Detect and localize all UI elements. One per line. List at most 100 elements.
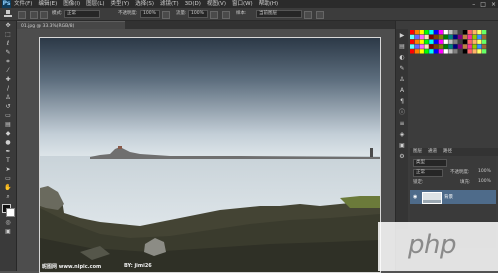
swatch-cell[interactable] [443,49,448,54]
swatch-cell[interactable] [419,49,424,54]
zoom-tool-icon[interactable]: ⌕ [2,193,14,201]
swatch-cell[interactable] [472,44,477,49]
swatch-cell[interactable] [438,34,444,40]
swatch-cell[interactable] [453,39,458,44]
pressure-size-icon[interactable] [316,11,324,19]
history-brush-tool-icon[interactable]: ↺ [2,103,14,111]
swatch-cell[interactable] [414,44,420,49]
swatch-cell[interactable] [482,34,487,40]
dodge-tool-icon[interactable]: ● [2,139,14,147]
brush-tool-icon[interactable]: / [2,85,14,93]
swatch-cell[interactable] [429,49,434,54]
swatch-cell[interactable] [429,39,434,44]
swatch-cell[interactable] [482,39,487,44]
swatch-cell[interactable] [477,44,482,49]
flow-input[interactable]: 100% [188,10,208,18]
swatch-cell[interactable] [482,49,487,54]
swatch-cell[interactable] [414,49,420,54]
move-tool-icon[interactable]: ✥ [2,22,14,30]
menu-3d[interactable]: 3D(D) [185,0,201,8]
swatch-cell[interactable] [462,49,468,54]
swatch-cell[interactable] [434,34,439,40]
swatch-cell[interactable] [462,30,468,35]
swatch-cell[interactable] [429,30,434,35]
airbrush-icon[interactable] [210,11,218,19]
swatch-cell[interactable] [467,49,472,54]
layer-row-background[interactable]: ◉ 背景 [410,190,496,204]
ignore-adjustment-icon[interactable] [304,11,312,19]
swatch-cell[interactable] [482,44,487,49]
swatch-cell[interactable] [434,30,439,35]
swatch-cell[interactable] [424,30,429,35]
path-select-tool-icon[interactable]: ➤ [2,166,14,174]
navigator-icon[interactable]: ▣ [398,142,406,150]
fill-value[interactable]: 100% [478,179,491,184]
swatch-cell[interactable] [438,30,444,35]
swatch-cell[interactable] [410,34,415,40]
swatch-cell[interactable] [462,44,468,49]
menu-help[interactable]: 帮助(H) [259,0,278,8]
aligned-checkbox[interactable] [222,11,230,19]
info-icon[interactable]: ⓘ [398,109,406,117]
document-canvas[interactable]: 昵图网 www.nipic.com BY: jimi26 [39,37,381,273]
play-icon[interactable]: ▶ [398,32,406,40]
swatch-cell[interactable] [448,44,453,49]
healing-brush-tool-icon[interactable]: ✚ [2,76,14,84]
layer-opacity-value[interactable]: 100% [478,169,491,174]
swatch-cell[interactable] [458,39,463,44]
maximize-button[interactable]: □ [480,1,486,8]
swatch-cell[interactable] [448,39,453,44]
pen-tool-icon[interactable]: ✒ [2,148,14,156]
swatch-cell[interactable] [438,44,444,49]
swatch-cell[interactable] [443,30,448,35]
swatch-cell[interactable] [453,30,458,35]
swatch-cell[interactable] [477,34,482,40]
swatch-cell[interactable] [453,44,458,49]
swatch-cell[interactable] [462,34,468,40]
swatch-cell[interactable] [472,39,477,44]
lasso-tool-icon[interactable]: ℓ [2,40,14,48]
gradient-tool-icon[interactable]: ▤ [2,121,14,129]
swatch-cell[interactable] [472,34,477,40]
adjustments-icon[interactable]: ◐ [398,54,406,62]
character-icon[interactable]: A [398,87,406,95]
swatch-cell[interactable] [443,39,448,44]
swatch-cell[interactable] [453,49,458,54]
pressure-opacity-icon[interactable] [162,11,170,19]
menu-image[interactable]: 图像(I) [63,0,80,8]
swatch-cell[interactable] [438,49,444,54]
tool-presets-icon[interactable]: ⚙ [398,153,406,161]
menu-filter[interactable]: 滤镜(T) [160,0,179,8]
quick-select-tool-icon[interactable]: ✎ [2,49,14,57]
swatch-cell[interactable] [472,49,477,54]
swatch-cell[interactable] [467,44,472,49]
close-button[interactable]: × [491,1,496,8]
menu-type[interactable]: 类型(Y) [111,0,130,8]
swatch-cell[interactable] [434,39,439,44]
history-icon[interactable]: ▤ [398,43,406,51]
swatch-cell[interactable] [410,49,415,54]
marquee-tool-icon[interactable]: ⬚ [2,31,14,39]
swatch-cell[interactable] [448,30,453,35]
menu-edit[interactable]: 编辑(E) [38,0,57,8]
minimize-button[interactable]: – [472,1,475,8]
swatch-cell[interactable] [424,49,429,54]
eyedropper-tool-icon[interactable]: ⁄ [2,67,14,75]
menu-layer[interactable]: 图层(L) [86,0,104,8]
swatch-cell[interactable] [410,30,415,35]
styles-icon[interactable]: ◈ [398,131,406,139]
screen-mode-icon[interactable]: ▣ [2,228,14,236]
swatch-cell[interactable] [419,44,424,49]
mode-select[interactable]: 正常 [64,10,100,18]
swatch-cell[interactable] [477,30,482,35]
swatch-cell[interactable] [443,34,448,40]
swatch-cell[interactable] [434,44,439,49]
visibility-eye-icon[interactable]: ◉ [413,194,417,200]
swatch-cell[interactable] [482,30,487,35]
swatch-cell[interactable] [429,34,434,40]
quick-mask-icon[interactable]: ◎ [2,219,14,227]
properties-icon[interactable]: ≡ [398,120,406,128]
swatch-cell[interactable] [458,30,463,35]
menu-file[interactable]: 文件(F) [14,0,32,8]
hand-tool-icon[interactable]: ✋ [2,184,14,192]
